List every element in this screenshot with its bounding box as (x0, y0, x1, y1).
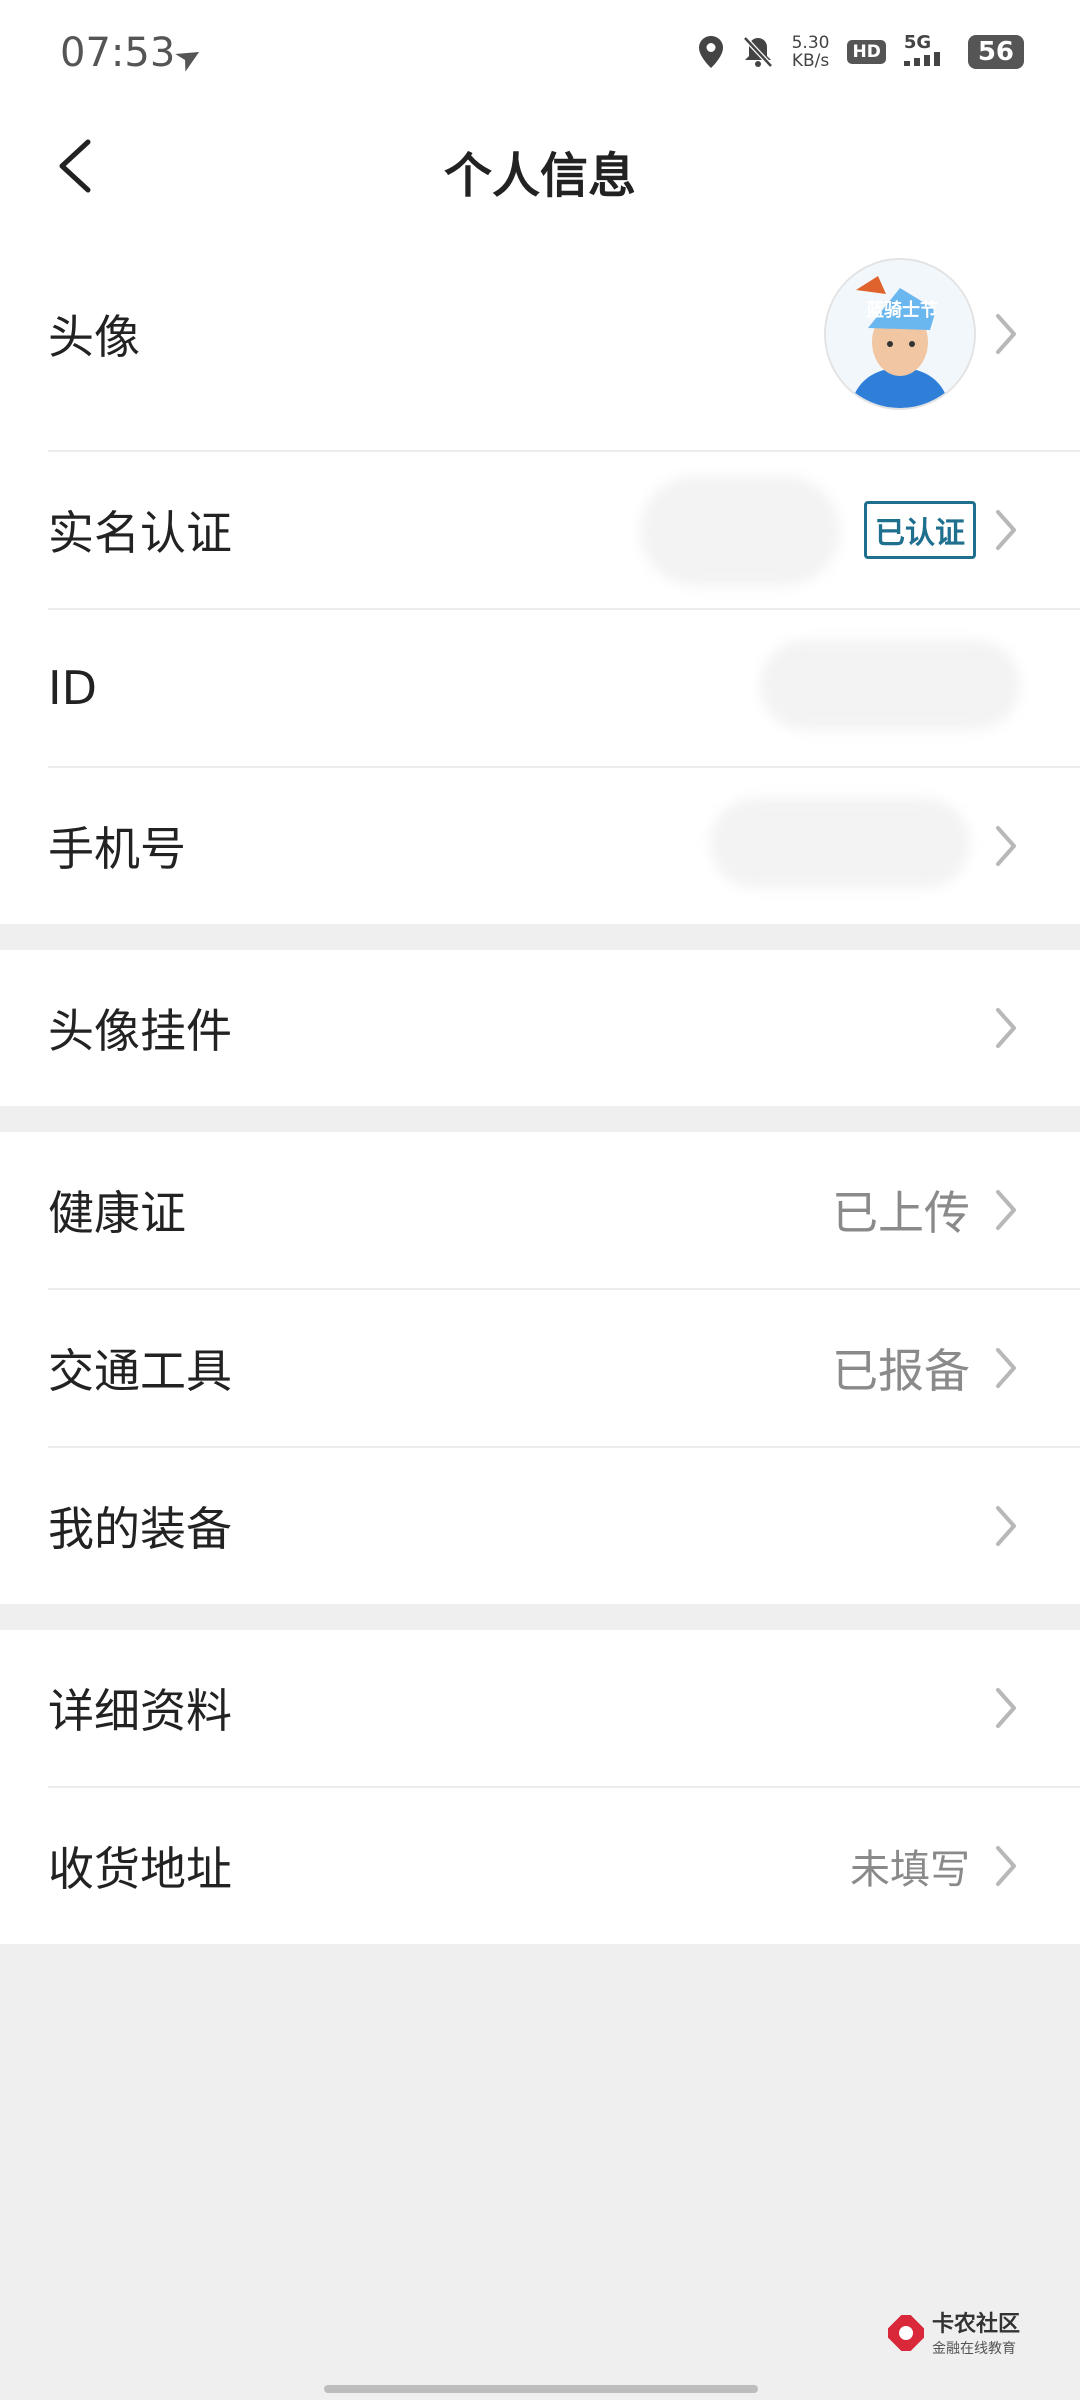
row-label: ID (48, 661, 97, 715)
avatar-hat-text: 蓝骑士节 (866, 299, 938, 321)
redacted-blur (760, 640, 1020, 730)
redacted-blur (710, 798, 970, 888)
signal-bars-icon (903, 52, 940, 66)
mute-bell-icon (742, 36, 773, 68)
group-account: 头像 蓝骑士节 实名认证 已认证 ID 手机号 (0, 218, 1080, 924)
row-label: 收货地址 (48, 1842, 232, 1896)
home-indicator[interactable] (324, 2385, 758, 2393)
watermark: 卡农社区 金融在线教育 (887, 2306, 1020, 2360)
verified-badge: 已认证 (864, 501, 976, 559)
chevron-right-icon (996, 1190, 1016, 1230)
chevron-right-icon (996, 510, 1016, 550)
net-speed: 5.30 KB/s (791, 33, 830, 71)
row-vehicle[interactable]: 交通工具 已报备 (48, 1290, 1080, 1448)
row-label: 头像 (48, 310, 140, 364)
group-details: 详细资料 收货地址 未填写 (0, 1630, 1080, 1944)
page-title: 个人信息 (443, 148, 636, 204)
row-label: 健康证 (48, 1186, 186, 1240)
row-health-cert[interactable]: 健康证 已上传 (48, 1132, 1080, 1290)
row-phone[interactable]: 手机号 (48, 768, 1080, 924)
nav-bar: 个人信息 (0, 118, 1080, 218)
redacted-blur (640, 476, 840, 586)
row-label: 手机号 (48, 822, 186, 876)
row-shipping-address[interactable]: 收货地址 未填写 (48, 1788, 1080, 1944)
group-pendant: 头像挂件 (0, 950, 1080, 1106)
section-divider (0, 1106, 1080, 1132)
chevron-right-icon (996, 1846, 1016, 1886)
signal-indicator: 5G (903, 34, 950, 70)
status-bar: 07:53 ➤ 5.30 KB/s HD 5G 56 (0, 0, 1080, 118)
chevron-right-icon (996, 1348, 1016, 1388)
row-realname[interactable]: 实名认证 已认证 (48, 452, 1080, 610)
row-label: 实名认证 (48, 506, 232, 560)
chevron-right-icon (996, 826, 1016, 866)
row-id: ID (48, 610, 1080, 768)
row-label: 头像挂件 (48, 1004, 232, 1058)
status-icons: 5.30 KB/s HD 5G 56 (698, 34, 1024, 70)
chevron-right-icon (996, 314, 1016, 354)
status-time: 07:53 (60, 30, 176, 76)
battery-icon: 56 (967, 35, 1024, 69)
row-value: 未填写 (850, 1847, 970, 1893)
hd-icon: HD (847, 40, 886, 64)
watermark-title: 卡农社区 (931, 2312, 1020, 2337)
chevron-right-icon (996, 1506, 1016, 1546)
chevron-right-icon (996, 1688, 1016, 1728)
row-value: 已上传 (832, 1186, 970, 1240)
row-label: 我的装备 (48, 1502, 232, 1556)
location-icon (698, 36, 723, 68)
group-credentials: 健康证 已上传 交通工具 已报备 我的装备 (0, 1132, 1080, 1604)
row-avatar[interactable]: 头像 蓝骑士节 (48, 218, 1080, 452)
watermark-subtitle: 金融在线教育 (931, 2341, 1016, 2357)
row-avatar-pendant[interactable]: 头像挂件 (48, 950, 1080, 1106)
row-equipment[interactable]: 我的装备 (48, 1448, 1080, 1604)
kanong-logo-icon (887, 2315, 924, 2351)
avatar[interactable]: 蓝骑士节 (824, 258, 976, 410)
section-divider (0, 924, 1080, 950)
row-label: 详细资料 (48, 1684, 232, 1738)
row-detailed-info[interactable]: 详细资料 (48, 1630, 1080, 1788)
chevron-right-icon (996, 1008, 1016, 1048)
row-label: 交通工具 (48, 1344, 232, 1398)
top-area: 07:53 ➤ 5.30 KB/s HD 5G 56 个人信息 (0, 0, 1080, 218)
avatar-image: 蓝骑士节 (826, 260, 974, 408)
section-divider (0, 1604, 1080, 1630)
row-value: 已报备 (832, 1344, 970, 1398)
